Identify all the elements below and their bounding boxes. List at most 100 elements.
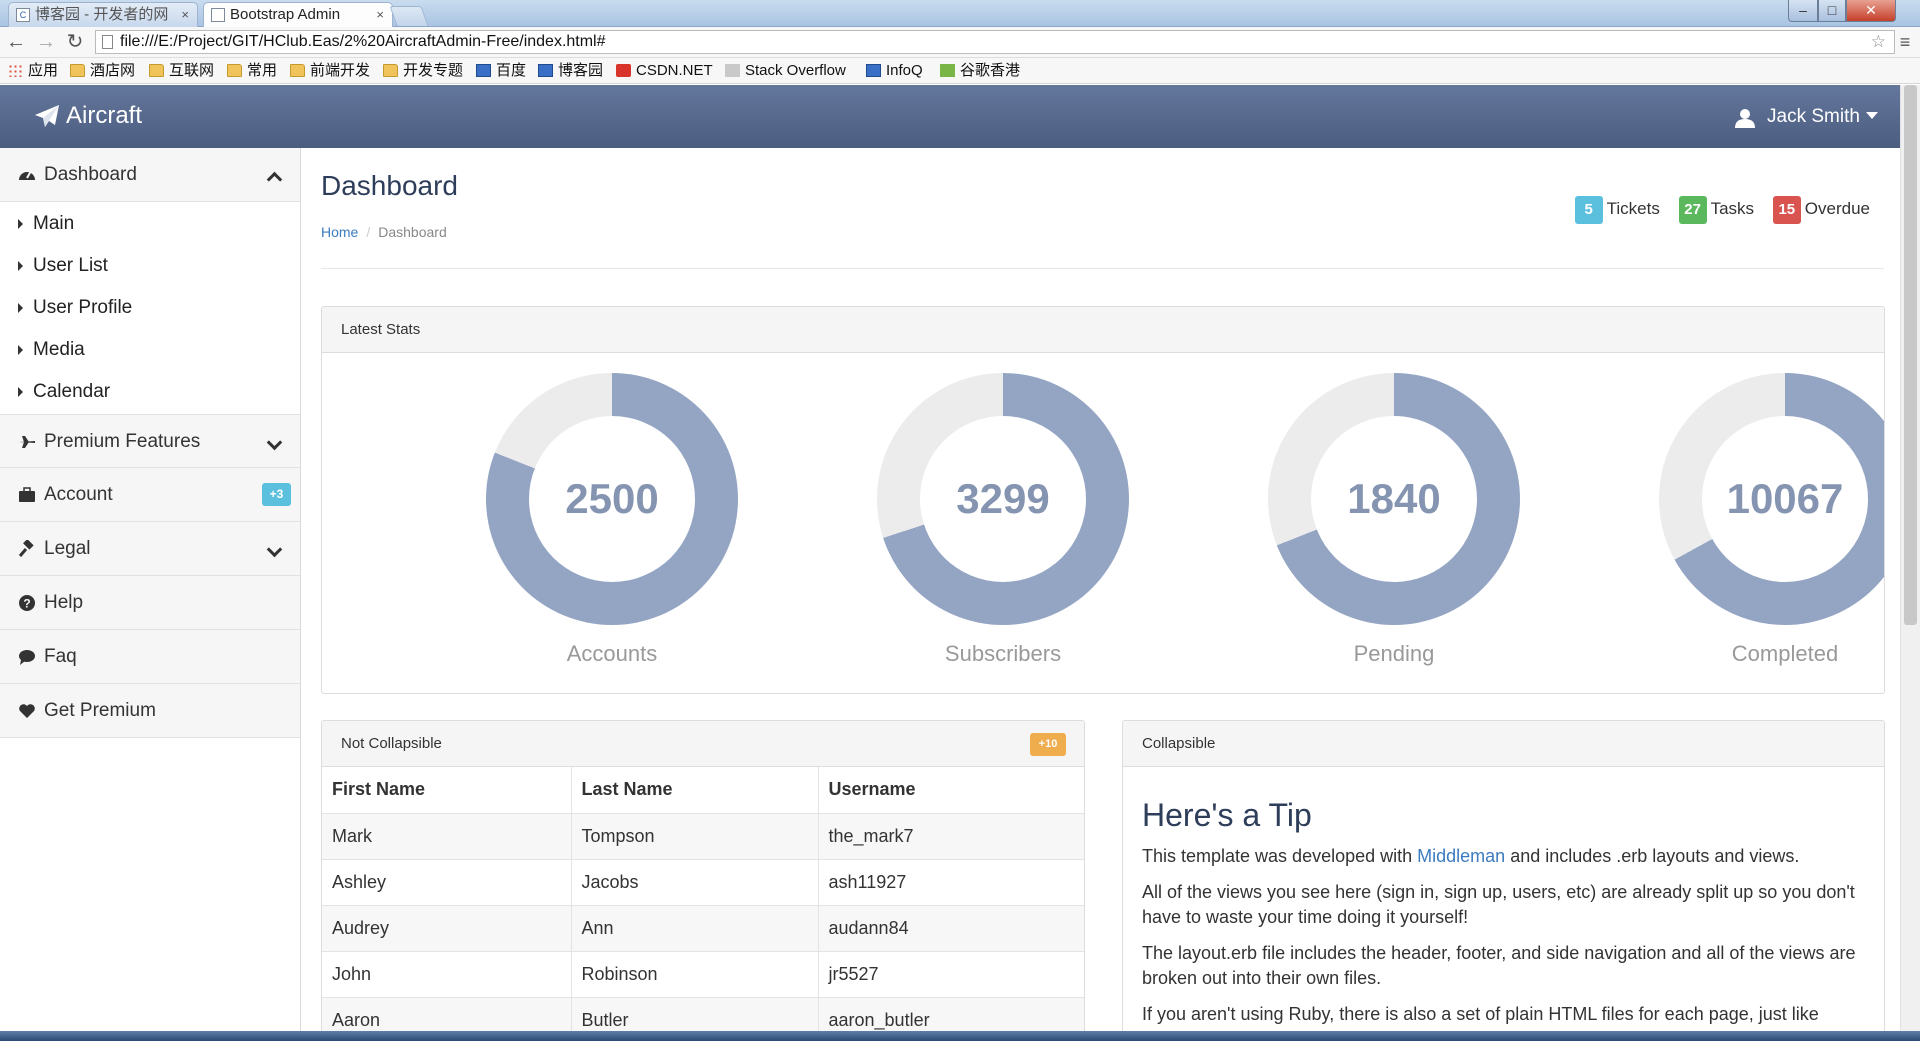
cell-last-name: Tompson [571, 813, 819, 860]
plane-icon [19, 436, 35, 448]
url-input[interactable]: file:///E:/Project/GIT/HClub.Eas/2%20Air… [95, 30, 1895, 54]
briefcase-icon [19, 487, 35, 502]
folder-icon [149, 64, 164, 77]
minimize-window-button[interactable]: – [1788, 0, 1818, 22]
cell-last-name: Jacobs [571, 859, 819, 906]
cell-first-name: John [322, 951, 572, 998]
back-arrow-icon[interactable]: ← [4, 30, 28, 54]
tasks-count-badge: 27 [1678, 196, 1707, 224]
bookmark-cnblogs[interactable]: 博客园 [538, 61, 603, 81]
user-icon [1735, 109, 1755, 128]
sidebar-item-legal[interactable]: Legal [0, 522, 300, 576]
middleman-link[interactable]: Middleman [1417, 846, 1505, 866]
tip-text: This template was developed with [1142, 846, 1418, 866]
table-row: Ashley Jacobs ash11927 [322, 859, 1084, 906]
bookmark-topics[interactable]: 开发专题 [383, 61, 463, 81]
column-header-username: Username [818, 767, 1084, 814]
maximize-window-button[interactable]: □ [1818, 0, 1846, 22]
header-counters: 5 Tickets 27 Tasks 15 Overdue [1561, 196, 1870, 224]
sidebar-subitem-calendar[interactable]: Calendar [0, 371, 300, 413]
page-scrollbar[interactable] [1900, 85, 1920, 1031]
counter-label: Tasks [1710, 199, 1755, 218]
sidebar-item-account[interactable]: Account +3 [0, 468, 300, 522]
chevron-down-icon [266, 541, 283, 558]
sidebar-item-faq[interactable]: Faq [0, 630, 300, 684]
donut-chart: 10067 [1659, 373, 1884, 625]
app-top-navbar: Aircraft Jack Smith [0, 85, 1900, 148]
baidu-icon [476, 64, 491, 77]
bookmark-label: 酒店网 [90, 62, 136, 79]
sidebar-subitem-label: User List [33, 255, 108, 276]
cnblogs-icon [538, 64, 553, 77]
scrollbar-thumb[interactable] [1904, 85, 1917, 625]
paper-plane-icon [35, 105, 59, 127]
browser-tab-strip: C 博客园 - 开发者的网 × Bootstrap Admin × – □ ✕ [0, 0, 1920, 27]
close-tab-icon[interactable]: × [376, 3, 384, 27]
forward-arrow-icon[interactable]: → [34, 30, 58, 54]
cell-username: audann84 [818, 905, 1084, 952]
panel-header: Not Collapsible +10 [322, 721, 1084, 767]
table-row: Audrey Ann audann84 [322, 905, 1084, 952]
sidebar-subitem-main[interactable]: Main [0, 203, 300, 245]
heart-icon [19, 704, 35, 718]
sidebar-subitem-media[interactable]: Media [0, 329, 300, 371]
sidebar-subitem-user-profile[interactable]: User Profile [0, 287, 300, 329]
bookmark-frontend[interactable]: 前端开发 [290, 61, 370, 81]
folder-icon [70, 64, 85, 77]
folder-icon [383, 64, 398, 77]
bookmark-common[interactable]: 常用 [227, 61, 277, 81]
sidebar-item-dashboard[interactable]: Dashboard [0, 148, 300, 202]
collapsible-panel: Collapsible Here's a Tip This template w… [1122, 720, 1885, 1040]
tasks-counter[interactable]: 27 Tasks [1678, 196, 1755, 224]
bookmark-star-icon[interactable]: ☆ [1871, 31, 1886, 53]
user-menu-dropdown[interactable]: Jack Smith [1734, 103, 1878, 131]
bookmark-google-hk[interactable]: 谷歌香港 [940, 61, 1020, 81]
bookmark-stackoverflow[interactable]: Stack Overflow [725, 61, 846, 81]
bookmark-csdn[interactable]: CSDN.NET [616, 61, 713, 81]
bookmark-label: CSDN.NET [636, 62, 713, 79]
bookmark-internet[interactable]: 互联网 [149, 61, 214, 81]
bookmark-infoq[interactable]: InfoQ [866, 61, 923, 81]
tickets-counter[interactable]: 5 Tickets [1574, 196, 1660, 224]
browser-tab-bootstrap-admin[interactable]: Bootstrap Admin × [203, 2, 393, 27]
sidebar-item-help[interactable]: ? Help [0, 576, 300, 630]
stat-pending: 1840 Pending [1264, 373, 1524, 667]
panel-header[interactable]: Collapsible [1123, 721, 1884, 767]
donut-chart: 1840 [1268, 373, 1520, 625]
table-row: Mark Tompson the_mark7 [322, 813, 1084, 860]
chevron-down-icon [266, 434, 283, 451]
browser-menu-icon[interactable]: ≡ [1894, 30, 1916, 54]
sidebar-item-premium-features[interactable]: Premium Features [0, 414, 300, 468]
breadcrumb-home-link[interactable]: Home [321, 224, 358, 240]
browser-tab-label: Bootstrap Admin [230, 6, 341, 23]
bookmark-label: 互联网 [169, 62, 215, 79]
sidebar-subitem-user-list[interactable]: User List [0, 245, 300, 287]
donut-chart: 2500 [486, 373, 738, 625]
sidebar: Dashboard Main User List User Profile Me… [0, 148, 301, 1031]
caret-right-icon [18, 261, 23, 271]
sidebar-item-get-premium[interactable]: Get Premium [0, 684, 300, 738]
page-icon [102, 35, 113, 49]
sidebar-item-label: Faq [44, 646, 77, 667]
sidebar-subitem-label: User Profile [33, 297, 133, 318]
reload-icon[interactable]: ↻ [63, 30, 87, 54]
browser-tab-cnblogs[interactable]: C 博客园 - 开发者的网 × [8, 2, 198, 27]
bookmark-hotel[interactable]: 酒店网 [70, 61, 135, 81]
cell-last-name: Ann [571, 905, 819, 952]
url-text: file:///E:/Project/GIT/HClub.Eas/2%20Air… [120, 33, 606, 50]
overdue-counter[interactable]: 15 Overdue [1772, 196, 1870, 224]
bookmark-apps[interactable]: 应用 [8, 61, 58, 81]
table-row: John Robinson jr5527 [322, 951, 1084, 998]
page-title: Dashboard [321, 170, 458, 201]
stat-value: 2500 [565, 475, 659, 522]
tickets-count-badge: 5 [1574, 196, 1603, 224]
brand-link[interactable]: Aircraft [34, 100, 142, 132]
users-table: First Name Last Name Username Mark Tompso… [322, 767, 1084, 1039]
new-tab-button[interactable] [389, 6, 429, 26]
bookmark-label: 前端开发 [310, 62, 371, 79]
close-window-button[interactable]: ✕ [1846, 0, 1896, 22]
close-tab-icon[interactable]: × [181, 3, 189, 27]
cell-username: jr5527 [818, 951, 1084, 998]
caret-down-icon [1865, 112, 1878, 119]
bookmark-baidu[interactable]: 百度 [476, 61, 526, 81]
